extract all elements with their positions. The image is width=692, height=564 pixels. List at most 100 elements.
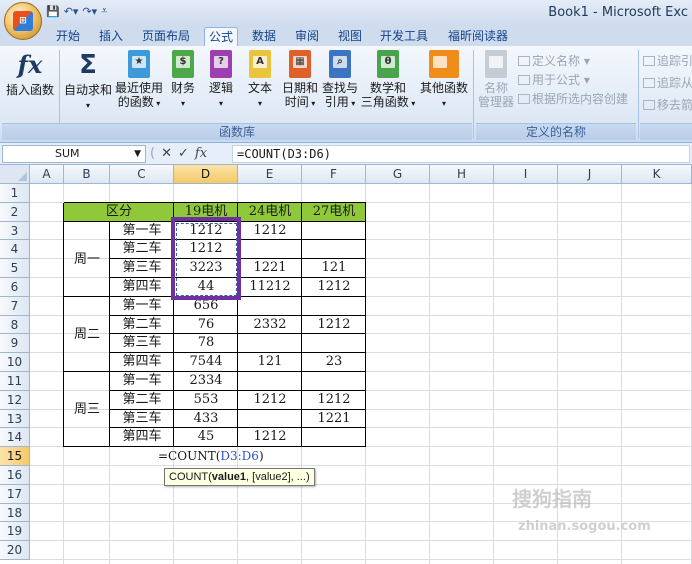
- value-motor-27[interactable]: [302, 240, 366, 259]
- value-motor-27[interactable]: 1212: [302, 278, 366, 297]
- value-motor-27[interactable]: 23: [302, 353, 366, 372]
- row-header-18[interactable]: 18: [0, 503, 30, 523]
- car-label[interactable]: 第四车: [110, 428, 174, 447]
- value-motor-24[interactable]: [238, 410, 302, 429]
- car-label[interactable]: 第二车: [110, 391, 174, 410]
- tab-foxit-reader[interactable]: 福昕阅读器: [444, 27, 512, 46]
- value-motor-24[interactable]: [238, 334, 302, 353]
- value-motor-19[interactable]: 45: [174, 428, 238, 447]
- value-motor-24[interactable]: 1212: [238, 391, 302, 410]
- value-motor-27[interactable]: [302, 372, 366, 391]
- value-motor-27[interactable]: [302, 334, 366, 353]
- expand-icon[interactable]: (: [150, 146, 155, 161]
- row-header-9[interactable]: 9: [0, 334, 30, 354]
- remove-arrows-button[interactable]: 移去箭: [643, 96, 692, 113]
- car-label[interactable]: 第四车: [110, 353, 174, 372]
- tab-view[interactable]: 视图: [334, 27, 366, 46]
- logical-button[interactable]: ? 逻辑 ▾: [206, 50, 236, 111]
- use-in-formula-button[interactable]: 用于公式 ▾: [518, 71, 590, 88]
- select-all-button[interactable]: [0, 165, 30, 184]
- value-motor-19[interactable]: 7544: [174, 353, 238, 372]
- value-motor-27[interactable]: 1221: [302, 410, 366, 429]
- value-motor-24[interactable]: [238, 297, 302, 316]
- tab-insert[interactable]: 插入: [95, 27, 127, 46]
- value-motor-27[interactable]: [302, 428, 366, 447]
- car-label[interactable]: 第三车: [110, 410, 174, 429]
- column-header-e[interactable]: E: [238, 165, 302, 184]
- datetime-button[interactable]: ▦ 日期和 时间 ▾: [280, 50, 320, 111]
- value-motor-19[interactable]: 433: [174, 410, 238, 429]
- header-category[interactable]: 区分: [64, 203, 174, 222]
- chevron-down-icon[interactable]: ▼: [134, 146, 141, 162]
- define-name-button[interactable]: 定义名称 ▾: [518, 52, 590, 69]
- value-motor-19[interactable]: 2334: [174, 372, 238, 391]
- value-motor-27[interactable]: 1212: [302, 316, 366, 335]
- row-header-2[interactable]: 2: [0, 202, 30, 222]
- tab-data[interactable]: 数据: [248, 27, 280, 46]
- tab-home[interactable]: 开始: [52, 27, 84, 46]
- value-motor-24[interactable]: 1212: [238, 428, 302, 447]
- day-label[interactable]: 周二: [64, 297, 110, 372]
- trace-dependents-button[interactable]: 追踪从: [643, 74, 692, 91]
- column-header-h[interactable]: H: [430, 165, 494, 184]
- financial-button[interactable]: $ 财务 ▾: [168, 50, 198, 111]
- lookup-button[interactable]: ⌕ 查找与 引用 ▾: [320, 50, 360, 111]
- column-header-k[interactable]: K: [622, 165, 692, 184]
- text-button[interactable]: A 文本 ▾: [245, 50, 275, 111]
- row-header-16[interactable]: 16: [0, 466, 30, 485]
- value-motor-24[interactable]: 1221: [238, 259, 302, 278]
- tab-page-layout[interactable]: 页面布局: [138, 27, 194, 46]
- fx-icon[interactable]: fx: [195, 146, 207, 161]
- row-header-12[interactable]: 12: [0, 390, 30, 410]
- name-manager-button[interactable]: 名称 管理器: [476, 50, 516, 109]
- row-header-3[interactable]: 3: [0, 221, 30, 241]
- row-header-14[interactable]: 14: [0, 428, 30, 448]
- car-label[interactable]: 第一车: [110, 222, 174, 241]
- tab-review[interactable]: 审阅: [291, 27, 323, 46]
- value-motor-24[interactable]: 2332: [238, 316, 302, 335]
- row-header-13[interactable]: 13: [0, 409, 30, 429]
- value-motor-19[interactable]: 553: [174, 391, 238, 410]
- value-motor-27[interactable]: 121: [302, 259, 366, 278]
- formula-input[interactable]: =COUNT(D3:D6): [232, 145, 690, 163]
- create-from-selection-button[interactable]: 根据所选内容创建: [518, 90, 628, 107]
- column-header-g[interactable]: G: [366, 165, 430, 184]
- value-motor-24[interactable]: 1212: [238, 222, 302, 241]
- worksheet-grid[interactable]: A B C D E F G H I J K 1 2 3 4 5 6 7 8 9 10 11 12 13 14 15 16 17 18 19…: [0, 165, 692, 564]
- row-header-7[interactable]: 7: [0, 296, 30, 316]
- office-button[interactable]: ⊞: [4, 2, 42, 40]
- math-trig-button[interactable]: θ 数学和 三角函数 ▾: [360, 50, 416, 111]
- value-motor-24[interactable]: 121: [238, 353, 302, 372]
- redo-icon[interactable]: ↷▾: [82, 5, 97, 18]
- row-header-19[interactable]: 19: [0, 522, 30, 542]
- header-motor-27[interactable]: 27电机: [302, 203, 366, 222]
- value-motor-24[interactable]: 11212: [238, 278, 302, 297]
- value-motor-27[interactable]: [302, 222, 366, 241]
- more-functions-button[interactable]: 其他函数 ▾: [418, 50, 470, 111]
- header-motor-24[interactable]: 24电机: [238, 203, 302, 222]
- day-label[interactable]: 周一: [64, 222, 110, 297]
- column-header-b[interactable]: B: [64, 165, 110, 184]
- value-motor-27[interactable]: 1212: [302, 391, 366, 410]
- car-label[interactable]: 第二车: [110, 240, 174, 259]
- car-label[interactable]: 第二车: [110, 316, 174, 335]
- value-motor-27[interactable]: [302, 297, 366, 316]
- name-box[interactable]: SUM ▼: [2, 145, 146, 163]
- value-motor-24[interactable]: [238, 372, 302, 391]
- recent-functions-button[interactable]: ★ 最近使用 的函数 ▾: [114, 50, 164, 111]
- column-header-j[interactable]: J: [558, 165, 622, 184]
- column-header-f[interactable]: F: [302, 165, 366, 184]
- car-label[interactable]: 第一车: [110, 372, 174, 391]
- row-header-1[interactable]: 1: [0, 184, 30, 203]
- row-header-5[interactable]: 5: [0, 259, 30, 278]
- value-motor-19[interactable]: 78: [174, 334, 238, 353]
- column-header-i[interactable]: I: [494, 165, 558, 184]
- car-label[interactable]: 第四车: [110, 278, 174, 297]
- enter-icon[interactable]: ✓: [178, 146, 189, 161]
- autosum-button[interactable]: Σ 自动求和 ▾: [62, 50, 114, 113]
- value-motor-24[interactable]: [238, 240, 302, 259]
- tooltip-arg1[interactable]: value1: [212, 471, 246, 483]
- qat-customize-icon[interactable]: ⩡: [101, 4, 107, 18]
- column-header-c[interactable]: C: [110, 165, 174, 184]
- insert-function-button[interactable]: fx 插入函数: [4, 50, 56, 97]
